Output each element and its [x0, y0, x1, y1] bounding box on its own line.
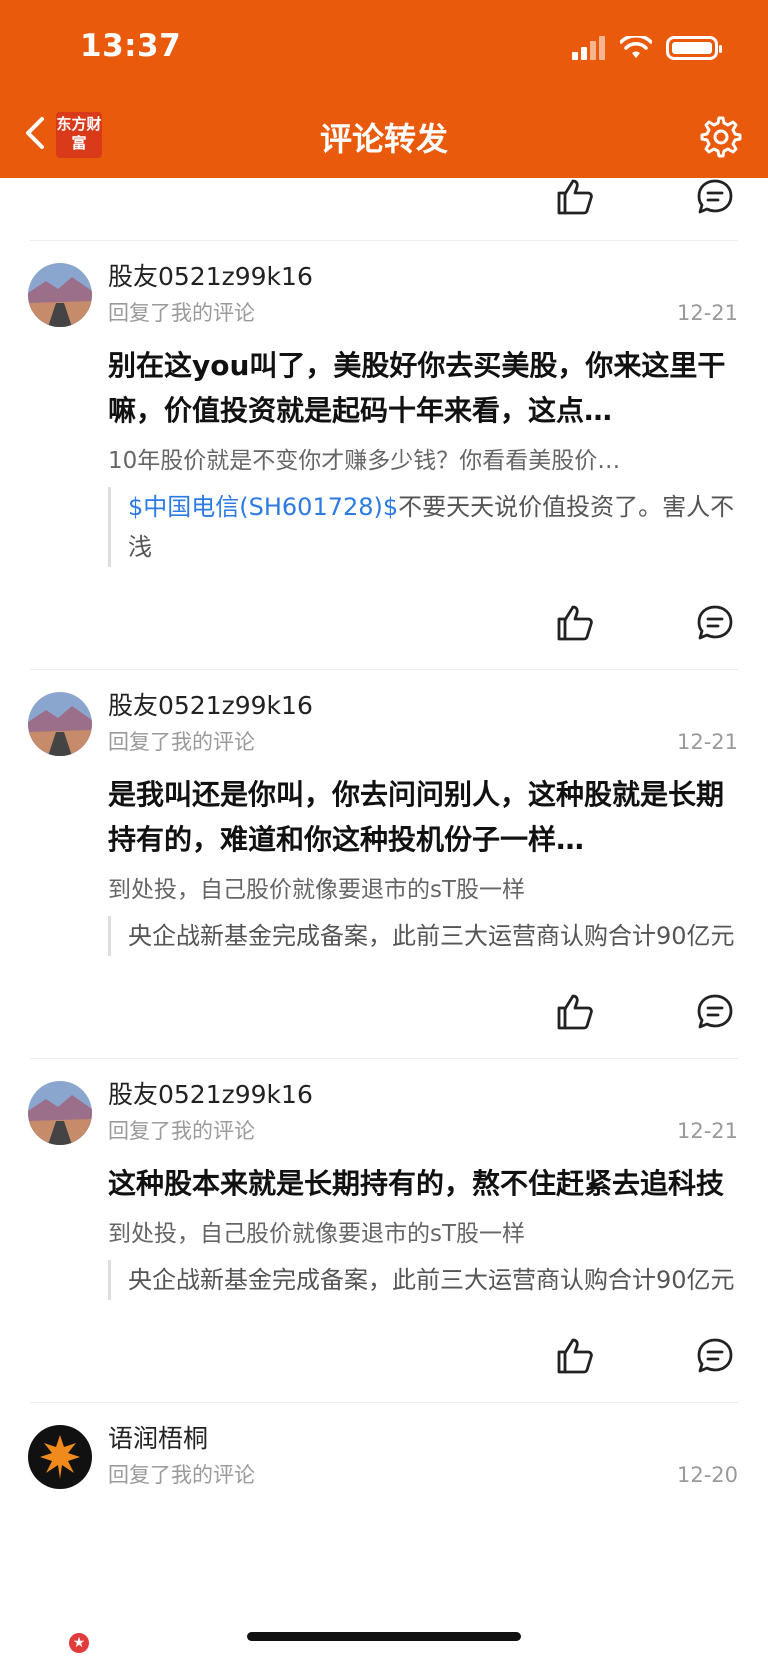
user-name[interactable]: 股友0521z99k16 [108, 259, 768, 295]
action-row [0, 178, 768, 240]
user-name[interactable]: 股友0521z99k16 [108, 688, 768, 724]
comment-date: 12-21 [676, 730, 738, 754]
like-thumb-icon[interactable] [555, 603, 595, 643]
comment-item[interactable]: 股友0521z99k16 回复了我的评论 12-21 这种股本来就是长期持有的，… [0, 1059, 768, 1403]
comment-item[interactable]: 股友0521z99k16 回复了我的评论 12-21 是我叫还是你叫，你去问问别… [0, 670, 768, 1059]
like-thumb-icon[interactable] [555, 992, 595, 1032]
user-avatar[interactable] [28, 692, 92, 756]
reply-text[interactable]: 这种股本来就是长期持有的，熬不住赶紧去追科技 [108, 1161, 738, 1206]
comment-item[interactable]: 语润梧桐 回复了我的评论 12-20 [0, 1403, 768, 1493]
user-avatar[interactable] [28, 1081, 92, 1145]
quoted-post-text: 央企战新基金完成备案，此前三大运营商认购合计90亿元 [128, 1266, 735, 1294]
comment-list: 股友0521z99k16 回复了我的评论 12-21 别在这you叫了，美股好你… [0, 178, 768, 1663]
reply-bubble-icon[interactable] [695, 603, 735, 643]
original-comment-text[interactable]: 到处投，自己股价就像要退市的sT股一样 [108, 870, 738, 910]
action-label: 回复了我的评论 [108, 730, 255, 754]
status-time: 13:37 [80, 28, 182, 64]
user-avatar[interactable] [28, 1425, 92, 1489]
user-name[interactable]: 语润梧桐 [108, 1421, 768, 1457]
quoted-post[interactable]: 央企战新基金完成备案，此前三大运营商认购合计90亿元 [108, 1260, 738, 1300]
reply-bubble-icon[interactable] [695, 1336, 735, 1376]
settings-gear-icon[interactable] [698, 114, 744, 160]
original-comment-text[interactable]: 到处投，自己股价就像要退市的sT股一样 [108, 1214, 738, 1254]
verified-star-badge-icon: ★ [66, 1630, 92, 1656]
comment-date: 12-21 [676, 301, 738, 325]
wifi-icon [620, 36, 652, 58]
comment-meta: 回复了我的评论 12-21 [108, 1113, 738, 1149]
header-bar: 13:37 东方财富 评论转发 [0, 0, 768, 178]
reply-bubble-icon[interactable] [695, 992, 735, 1032]
quoted-post[interactable]: 央企战新基金完成备案，此前三大运营商认购合计90亿元 [108, 916, 738, 956]
status-icons [572, 36, 722, 60]
battery-icon [666, 36, 722, 60]
reply-bubble-icon[interactable] [695, 178, 735, 217]
comment-forward-page: 13:37 东方财富 评论转发 股友0521z99k16 回复了我的评论 12-… [0, 0, 768, 1663]
reply-text[interactable]: 是我叫还是你叫，你去问问别人，这种股就是长期持有的，难道和你这种投机份子一样… [108, 772, 738, 862]
comment-item[interactable]: 股友0521z99k16 回复了我的评论 12-21 别在这you叫了，美股好你… [0, 241, 768, 670]
signal-icon [572, 36, 605, 60]
comment-date: 12-21 [676, 1119, 738, 1143]
like-thumb-icon[interactable] [555, 1336, 595, 1376]
user-avatar[interactable] [28, 263, 92, 327]
user-name[interactable]: 股友0521z99k16 [108, 1077, 768, 1113]
comment-meta: 回复了我的评论 12-20 [108, 1457, 738, 1493]
action-label: 回复了我的评论 [108, 1463, 255, 1487]
quoted-post[interactable]: $中国电信(SH601728)$不要天天说价值投资了。害人不浅 [108, 487, 738, 567]
like-thumb-icon[interactable] [555, 178, 595, 217]
stock-link[interactable]: $中国电信(SH601728)$ [128, 493, 398, 521]
comment-meta: 回复了我的评论 12-21 [108, 724, 738, 760]
action-label: 回复了我的评论 [108, 1119, 255, 1143]
comment-date: 12-20 [676, 1463, 738, 1487]
action-row [0, 573, 768, 669]
home-indicator[interactable] [247, 1632, 521, 1641]
quoted-post-text: 央企战新基金完成备案，此前三大运营商认购合计90亿元 [128, 922, 735, 950]
action-row [0, 962, 768, 1058]
comment-meta: 回复了我的评论 12-21 [108, 295, 738, 331]
action-label: 回复了我的评论 [108, 301, 255, 325]
page-title: 评论转发 [319, 120, 448, 158]
action-row [0, 1306, 768, 1402]
reply-text[interactable]: 别在这you叫了，美股好你去买美股，你来这里干嘛，价值投资就是起码十年来看，这点… [108, 343, 738, 433]
original-comment-text[interactable]: 10年股价就是不变你才赚多少钱？你看看美股价… [108, 441, 738, 481]
